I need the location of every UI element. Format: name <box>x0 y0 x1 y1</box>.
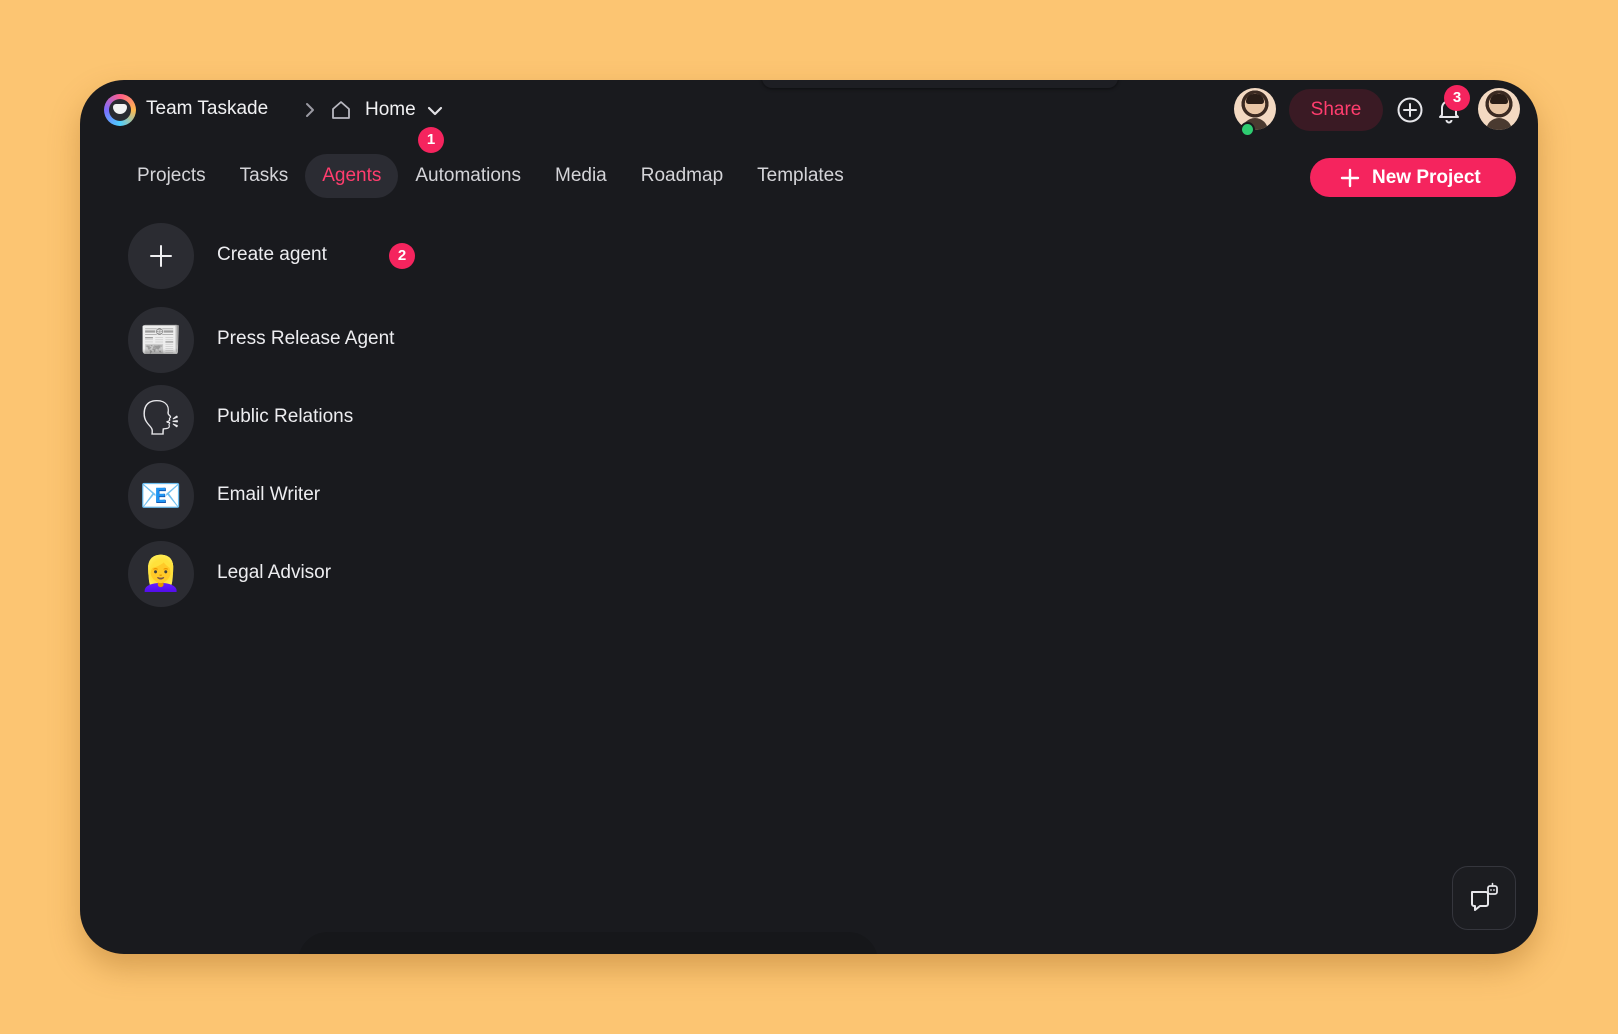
woman-blond-icon: 👱‍♀️ <box>128 541 194 607</box>
tab-bar: Projects Tasks Agents Automations Media … <box>120 154 861 198</box>
tab-templates[interactable]: Templates <box>740 154 861 198</box>
bottom-handle <box>298 932 878 954</box>
online-status-dot <box>1240 122 1255 137</box>
share-button[interactable]: Share <box>1289 89 1383 131</box>
new-project-button[interactable]: New Project <box>1310 158 1516 197</box>
notification-count-badge: 3 <box>1444 85 1470 111</box>
email-envelope-icon: 📧 <box>128 463 194 529</box>
create-agent-row[interactable]: Create agent 2 <box>128 223 548 289</box>
plus-icon <box>128 223 194 289</box>
app-window: Team Taskade Home 1 Share 3 Projects Tas… <box>80 80 1538 954</box>
user-avatar[interactable] <box>1478 88 1520 130</box>
taskade-logo-icon[interactable] <box>104 94 136 126</box>
agent-item[interactable]: 👱‍♀️ Legal Advisor <box>128 541 548 607</box>
speaking-head-icon: 🗣 <box>128 385 194 451</box>
collaborator-avatar[interactable] <box>1234 88 1276 130</box>
agent-item-label: Public Relations <box>217 406 354 427</box>
ai-chat-button[interactable] <box>1452 866 1516 930</box>
workspace-name[interactable]: Team Taskade <box>146 98 268 120</box>
top-bar: Team Taskade Home 1 Share 3 <box>80 80 1538 153</box>
chat-bot-icon <box>1471 882 1498 911</box>
plus-icon <box>1340 168 1360 188</box>
tab-projects[interactable]: Projects <box>120 154 223 198</box>
agent-item[interactable]: 📰 Press Release Agent <box>128 307 548 373</box>
chevron-right-icon <box>306 103 314 117</box>
tab-agents[interactable]: Agents <box>305 154 399 198</box>
chevron-down-icon[interactable] <box>426 102 444 120</box>
home-icon <box>332 101 350 119</box>
tab-tasks[interactable]: Tasks <box>223 154 306 198</box>
tour-step-badge-1: 1 <box>418 127 444 153</box>
breadcrumb-home[interactable]: Home <box>365 99 416 121</box>
create-agent-label: Create agent <box>217 244 327 265</box>
newspaper-icon: 📰 <box>128 307 194 373</box>
agent-item[interactable]: 📧 Email Writer <box>128 463 548 529</box>
tab-roadmap[interactable]: Roadmap <box>624 154 740 198</box>
tab-automations[interactable]: Automations <box>398 154 538 198</box>
agent-item-label: Legal Advisor <box>217 562 332 583</box>
tab-media[interactable]: Media <box>538 154 624 198</box>
agent-item-label: Email Writer <box>217 484 321 505</box>
agent-item[interactable]: 🗣 Public Relations <box>128 385 548 451</box>
agent-item-label: Press Release Agent <box>217 328 395 349</box>
add-circle-icon[interactable] <box>1396 96 1424 124</box>
new-project-label: New Project <box>1372 167 1481 188</box>
tour-step-badge-2: 2 <box>389 243 415 269</box>
